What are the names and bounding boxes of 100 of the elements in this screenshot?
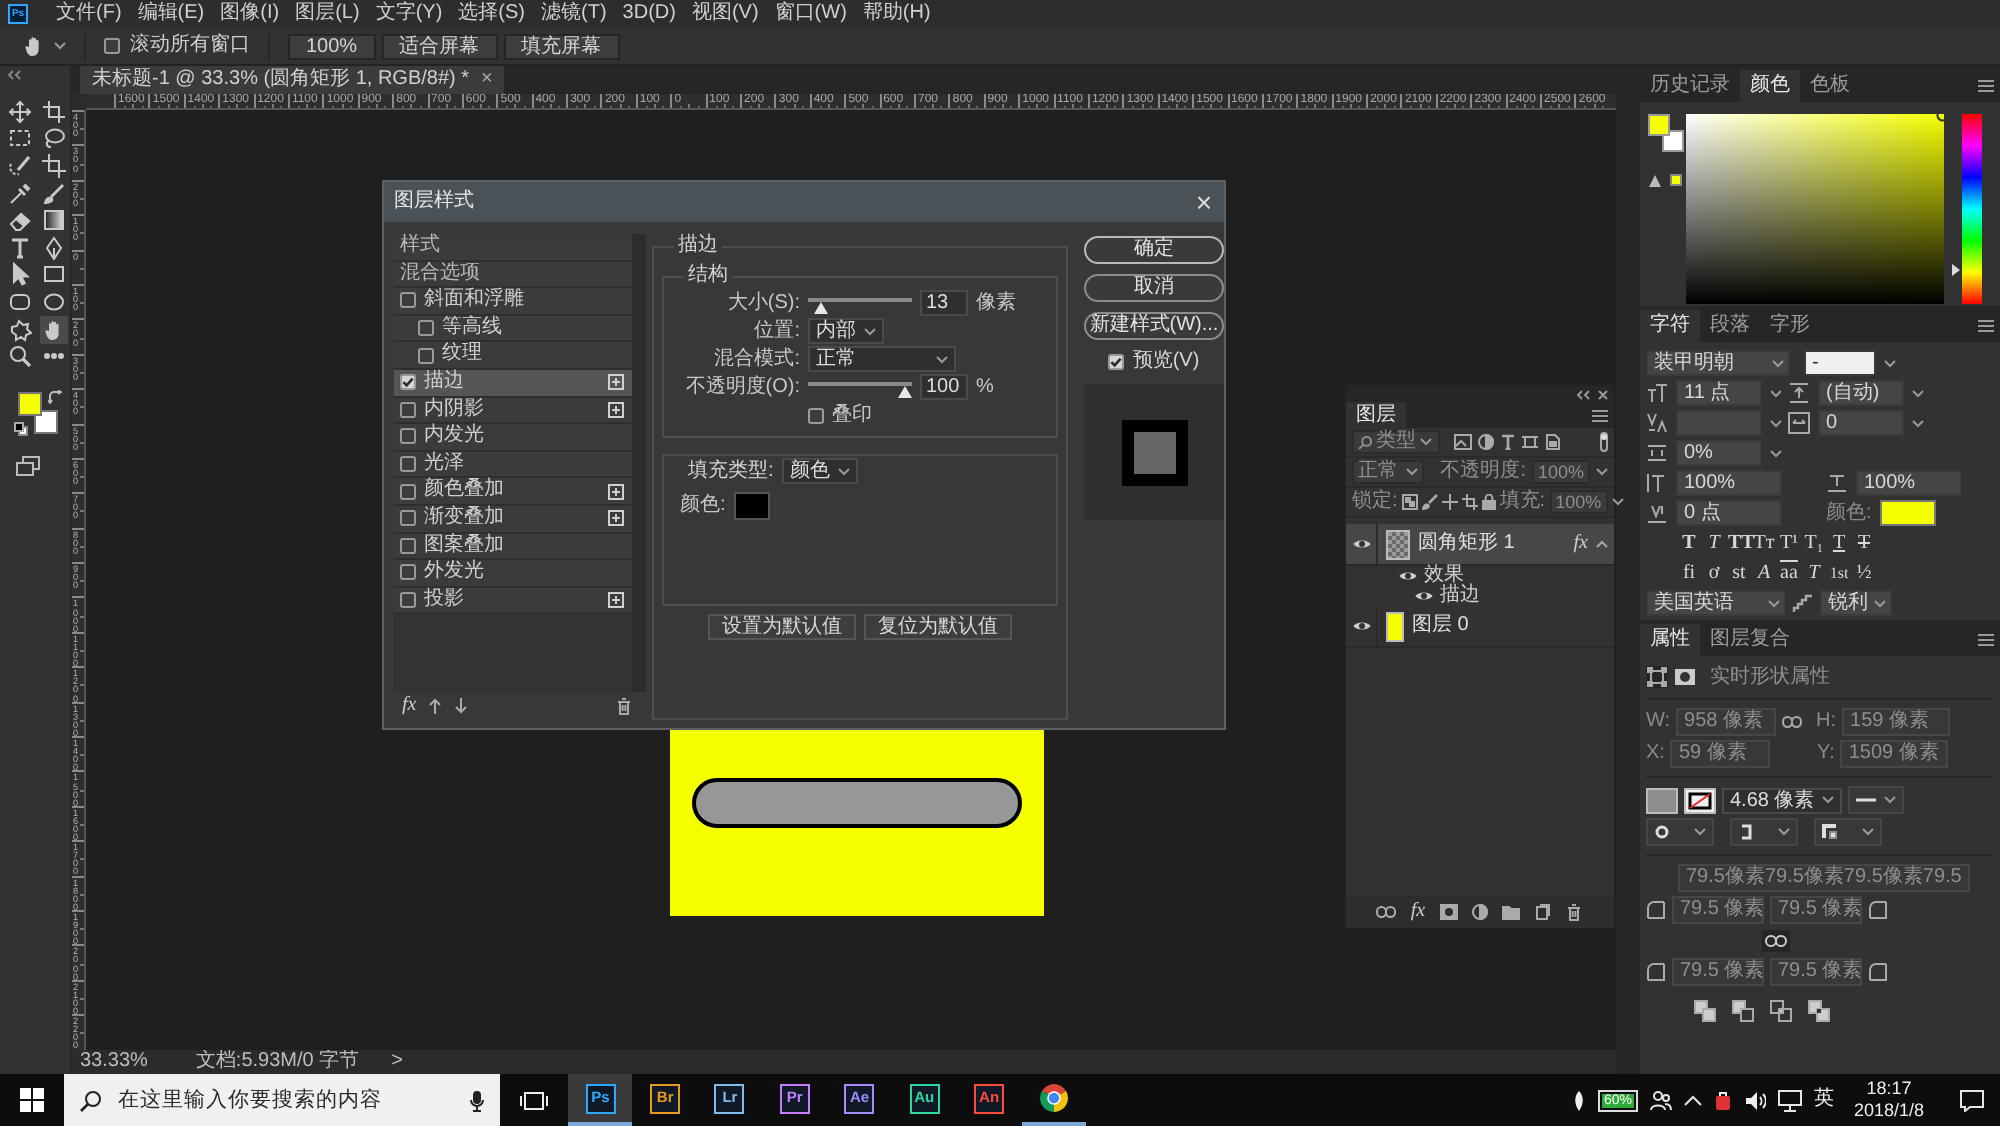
- exclude-overlap-icon[interactable]: [1808, 1000, 1830, 1022]
- all-caps-button[interactable]: TT: [1728, 530, 1750, 556]
- swap-colors-icon[interactable]: [48, 389, 62, 404]
- close-panel-icon[interactable]: [1598, 389, 1608, 399]
- font-family-dropdown[interactable]: 装甲明朝: [1646, 350, 1790, 376]
- filter-toggle-icon[interactable]: [1600, 432, 1608, 452]
- quick-selection-icon[interactable]: [5, 151, 33, 180]
- zoom-tool-icon[interactable]: [5, 342, 33, 371]
- checkbox[interactable]: [418, 320, 434, 337]
- eyedropper-icon[interactable]: [5, 179, 33, 208]
- shape-filter-icon[interactable]: [1522, 434, 1538, 450]
- new-style-button[interactable]: 新建样式(W)...: [1084, 312, 1224, 340]
- adjustment-layer-icon[interactable]: [1471, 904, 1488, 920]
- foreground-color-swatch[interactable]: [1648, 114, 1670, 136]
- tracking-field[interactable]: 0: [1818, 410, 1904, 436]
- menu-item[interactable]: 文件(F): [48, 2, 130, 26]
- checkbox[interactable]: [400, 483, 416, 500]
- link-corners-icon[interactable]: [1762, 930, 1790, 952]
- lock-brush-icon[interactable]: [1421, 494, 1438, 510]
- ligature-button[interactable]: fi: [1678, 560, 1700, 586]
- styles-item[interactable]: 样式: [394, 234, 632, 262]
- blend-mode-dropdown[interactable]: 正常: [808, 346, 956, 372]
- height-field[interactable]: 159 像素: [1842, 708, 1951, 736]
- stroke-color-swatch[interactable]: [1684, 787, 1716, 813]
- style-list-item[interactable]: 图案叠加: [394, 533, 632, 561]
- pixel-filter-icon[interactable]: [1454, 434, 1472, 450]
- lasso-tool-icon[interactable]: [39, 124, 67, 153]
- panel-tab[interactable]: 字符: [1640, 310, 1700, 342]
- strikethrough-button[interactable]: T: [1853, 530, 1875, 556]
- bag-icon[interactable]: [1713, 1089, 1732, 1111]
- panel-menu-icon[interactable]: [1978, 320, 1994, 332]
- style-list-item[interactable]: 等高线: [394, 315, 632, 343]
- zoom-option-button[interactable]: 适合屏幕: [381, 33, 498, 59]
- color-picker-ring-icon[interactable]: [1936, 108, 1950, 122]
- corner-radius-field[interactable]: 79.5像素79.5像素79.5像素79.5: [1678, 864, 1970, 892]
- effect-name[interactable]: 描边: [1440, 586, 1480, 606]
- checkbox[interactable]: [418, 347, 434, 364]
- brush-tool-icon[interactable]: [39, 179, 67, 208]
- people-icon[interactable]: [1649, 1089, 1672, 1111]
- x-position-field[interactable]: 59 像素: [1670, 740, 1771, 768]
- menu-item[interactable]: 编辑(E): [129, 2, 213, 26]
- default-colors-icon[interactable]: [14, 421, 28, 436]
- move-tool-icon[interactable]: [5, 97, 33, 126]
- checkbox[interactable]: [400, 592, 416, 609]
- style-list-item[interactable]: 颜色叠加: [394, 478, 632, 506]
- antialias-dropdown[interactable]: 锐利: [1820, 590, 1892, 616]
- menu-item[interactable]: 帮助(H): [854, 2, 939, 26]
- checkbox[interactable]: [400, 374, 416, 391]
- language-dropdown[interactable]: 美国英语: [1646, 590, 1786, 616]
- layer-row[interactable]: 图层 0: [1346, 606, 1614, 648]
- corner-radius-field[interactable]: 79.5 像素: [1672, 958, 1764, 986]
- stylistic-button[interactable]: T: [1803, 560, 1825, 586]
- slider-thumb[interactable]: [898, 385, 912, 397]
- search-box[interactable]: 在这里输入你要搜索的内容: [64, 1074, 500, 1126]
- status-menu-arrow[interactable]: >: [391, 1050, 403, 1074]
- folder-icon[interactable]: [1501, 904, 1520, 920]
- blend-mode-dropdown[interactable]: 正常: [1352, 460, 1424, 484]
- discretionary-button[interactable]: st: [1728, 560, 1750, 586]
- default-value-button[interactable]: 设置为默认值: [708, 614, 856, 640]
- checkbox[interactable]: [808, 407, 824, 423]
- old-style-button[interactable]: ơ: [1703, 560, 1725, 586]
- menu-item[interactable]: 文字(Y): [367, 2, 451, 26]
- document-tab[interactable]: 未标题-1 @ 33.3% (圆角矩形 1, RGB/8#) * ×: [80, 66, 505, 94]
- corner-shape-icon[interactable]: [1646, 962, 1666, 982]
- notifications-icon[interactable]: [1960, 1089, 1984, 1111]
- stroke-color-swatch[interactable]: [733, 491, 770, 519]
- panel-tab[interactable]: 色板: [1800, 70, 1860, 102]
- baseline-shift-field[interactable]: 0 点: [1676, 500, 1782, 526]
- menu-item[interactable]: 3D(D): [614, 2, 684, 26]
- gamut-color-swatch[interactable]: [1670, 174, 1682, 186]
- effect-name[interactable]: 效果: [1424, 566, 1464, 586]
- adjustment-filter-icon[interactable]: [1478, 434, 1494, 450]
- panel-tab[interactable]: 历史记录: [1640, 70, 1740, 102]
- mask-icon[interactable]: [1674, 666, 1696, 688]
- stroke-type-dropdown[interactable]: [1848, 786, 1904, 814]
- speaker-icon[interactable]: [1743, 1089, 1766, 1111]
- filter-type-dropdown[interactable]: 类型: [1352, 430, 1440, 454]
- subtract-shape-icon[interactable]: [1732, 1000, 1754, 1022]
- underline-button[interactable]: T: [1828, 530, 1850, 556]
- add-icon[interactable]: [608, 483, 624, 500]
- corner-radius-field[interactable]: 79.5 像素: [1770, 958, 1862, 986]
- checkbox[interactable]: [400, 564, 416, 581]
- menu-item[interactable]: 选择(S): [450, 2, 533, 26]
- visibility-eye-icon[interactable]: [1351, 618, 1371, 634]
- faux-bold-button[interactable]: T: [1678, 530, 1700, 556]
- checkbox[interactable]: [400, 456, 416, 473]
- crop-tool-icon[interactable]: [39, 151, 67, 180]
- checkbox[interactable]: [400, 510, 416, 527]
- collapse-panel-icon[interactable]: [6, 70, 22, 80]
- add-icon[interactable]: [608, 374, 624, 391]
- style-list-item[interactable]: 内发光: [394, 424, 632, 452]
- input-method-indicator[interactable]: 英: [1813, 1088, 1834, 1112]
- trash-icon[interactable]: [1563, 902, 1584, 922]
- corner-radius-field[interactable]: 79.5 像素: [1672, 896, 1764, 924]
- color-field[interactable]: [1686, 114, 1944, 304]
- lock-artboard-icon[interactable]: [1461, 494, 1478, 510]
- superscript-button[interactable]: T¹: [1778, 530, 1800, 556]
- subscript-button[interactable]: T₁: [1803, 530, 1825, 556]
- link-layers-icon[interactable]: [1376, 906, 1397, 918]
- add-mask-icon[interactable]: [1439, 904, 1458, 920]
